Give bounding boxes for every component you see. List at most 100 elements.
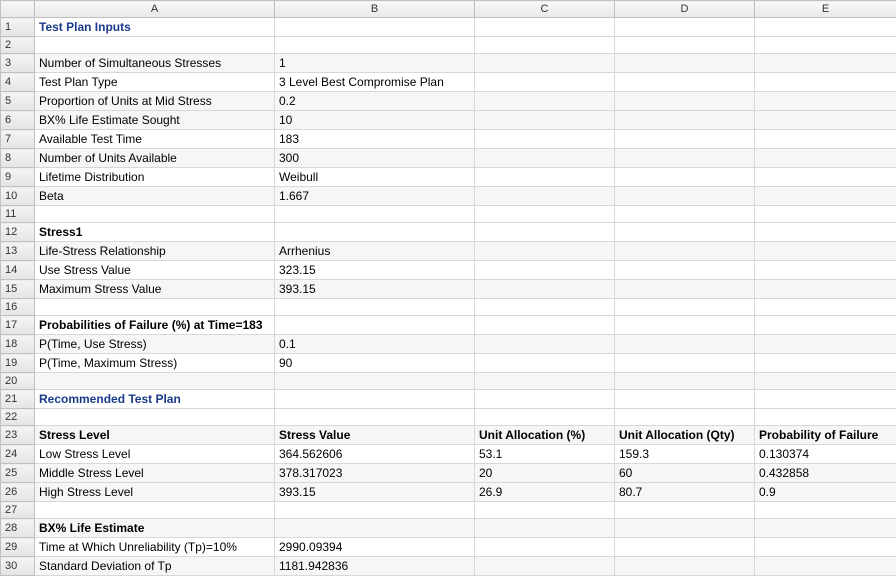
cell[interactable] xyxy=(755,37,896,54)
cell[interactable] xyxy=(755,502,896,519)
cell[interactable] xyxy=(475,73,615,92)
row-header[interactable]: 4 xyxy=(1,73,35,92)
col-header-E[interactable]: E xyxy=(755,1,896,18)
cell[interactable]: 323.15 xyxy=(275,261,475,280)
cell[interactable]: 10 xyxy=(275,111,475,130)
cell[interactable] xyxy=(615,299,755,316)
cell[interactable]: 53.1 xyxy=(475,445,615,464)
cell[interactable]: Middle Stress Level xyxy=(35,464,275,483)
cell[interactable] xyxy=(755,18,896,37)
cell[interactable] xyxy=(475,130,615,149)
corner-cell[interactable] xyxy=(1,1,35,18)
cell[interactable] xyxy=(755,168,896,187)
cell[interactable]: Lifetime Distribution xyxy=(35,168,275,187)
cell[interactable] xyxy=(475,502,615,519)
row-header[interactable]: 5 xyxy=(1,92,35,111)
cell[interactable]: BX% Life Estimate xyxy=(35,519,275,538)
cell[interactable] xyxy=(755,130,896,149)
cell[interactable] xyxy=(755,335,896,354)
cell[interactable]: Test Plan Type xyxy=(35,73,275,92)
row-header[interactable]: 1 xyxy=(1,18,35,37)
row-header[interactable]: 9 xyxy=(1,168,35,187)
cell[interactable] xyxy=(755,92,896,111)
cell[interactable]: 1181.942836 xyxy=(275,557,475,576)
row-header[interactable]: 10 xyxy=(1,187,35,206)
cell[interactable] xyxy=(615,206,755,223)
cell[interactable] xyxy=(755,187,896,206)
cell[interactable] xyxy=(475,206,615,223)
cell[interactable]: Use Stress Value xyxy=(35,261,275,280)
cell[interactable] xyxy=(615,390,755,409)
row-header[interactable]: 24 xyxy=(1,445,35,464)
row-header[interactable]: 17 xyxy=(1,316,35,335)
row-header[interactable]: 25 xyxy=(1,464,35,483)
cell[interactable] xyxy=(615,223,755,242)
row-header[interactable]: 16 xyxy=(1,299,35,316)
cell[interactable]: Number of Simultaneous Stresses xyxy=(35,54,275,73)
cell[interactable] xyxy=(615,409,755,426)
cell[interactable] xyxy=(615,538,755,557)
cell[interactable] xyxy=(755,242,896,261)
cell[interactable] xyxy=(755,54,896,73)
row-header[interactable]: 3 xyxy=(1,54,35,73)
row-header[interactable]: 2 xyxy=(1,37,35,54)
cell[interactable] xyxy=(475,390,615,409)
cell[interactable] xyxy=(615,18,755,37)
cell[interactable]: 393.15 xyxy=(275,280,475,299)
cell[interactable] xyxy=(475,299,615,316)
cell[interactable] xyxy=(275,502,475,519)
cell[interactable] xyxy=(475,261,615,280)
cell[interactable] xyxy=(475,149,615,168)
row-header[interactable]: 23 xyxy=(1,426,35,445)
cell[interactable]: 364.562606 xyxy=(275,445,475,464)
cell[interactable]: Proportion of Units at Mid Stress xyxy=(35,92,275,111)
cell[interactable]: 378.317023 xyxy=(275,464,475,483)
cell[interactable] xyxy=(755,390,896,409)
row-header[interactable]: 29 xyxy=(1,538,35,557)
cell[interactable] xyxy=(475,557,615,576)
cell[interactable]: Stress1 xyxy=(35,223,275,242)
cell[interactable] xyxy=(275,18,475,37)
cell[interactable]: Low Stress Level xyxy=(35,445,275,464)
cell[interactable] xyxy=(755,409,896,426)
cell[interactable] xyxy=(275,223,475,242)
cell[interactable] xyxy=(615,54,755,73)
row-header[interactable]: 18 xyxy=(1,335,35,354)
cell[interactable]: 2990.09394 xyxy=(275,538,475,557)
cell[interactable] xyxy=(615,557,755,576)
cell[interactable] xyxy=(475,373,615,390)
cell[interactable] xyxy=(475,316,615,335)
cell[interactable] xyxy=(755,519,896,538)
cell[interactable] xyxy=(35,502,275,519)
cell[interactable]: 393.15 xyxy=(275,483,475,502)
cell[interactable] xyxy=(475,37,615,54)
cell[interactable]: Weibull xyxy=(275,168,475,187)
cell[interactable]: 3 Level Best Compromise Plan xyxy=(275,73,475,92)
cell[interactable]: 0.1 xyxy=(275,335,475,354)
cell[interactable]: 90 xyxy=(275,354,475,373)
cell[interactable] xyxy=(475,409,615,426)
cell[interactable] xyxy=(275,316,475,335)
cell[interactable] xyxy=(615,149,755,168)
cell[interactable] xyxy=(275,299,475,316)
cell[interactable] xyxy=(275,206,475,223)
cell[interactable]: 1.667 xyxy=(275,187,475,206)
cell[interactable] xyxy=(275,519,475,538)
cell[interactable] xyxy=(35,373,275,390)
cell[interactable] xyxy=(615,354,755,373)
cell[interactable] xyxy=(755,111,896,130)
cell[interactable]: Unit Allocation (%) xyxy=(475,426,615,445)
row-header[interactable]: 13 xyxy=(1,242,35,261)
row-header[interactable]: 8 xyxy=(1,149,35,168)
cell[interactable] xyxy=(615,130,755,149)
cell[interactable]: Test Plan Inputs xyxy=(35,18,275,37)
row-header[interactable]: 15 xyxy=(1,280,35,299)
cell[interactable] xyxy=(475,280,615,299)
cell[interactable]: 0.432858 xyxy=(755,464,896,483)
cell[interactable] xyxy=(475,538,615,557)
cell[interactable]: 183 xyxy=(275,130,475,149)
cell[interactable] xyxy=(475,111,615,130)
cell[interactable] xyxy=(615,73,755,92)
cell[interactable] xyxy=(475,54,615,73)
cell[interactable]: 159.3 xyxy=(615,445,755,464)
